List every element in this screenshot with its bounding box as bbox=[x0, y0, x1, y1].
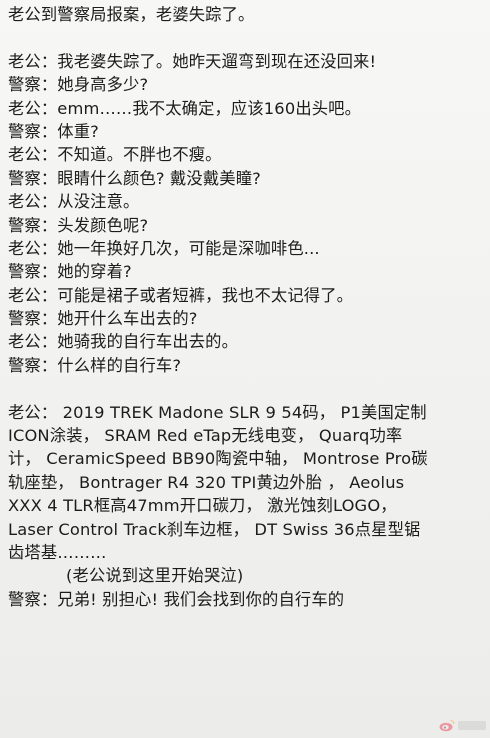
dialogue-line: 警察：头发颜色呢? bbox=[8, 214, 486, 237]
dialogue-text: 她身高多少? bbox=[57, 75, 149, 95]
bike-description-line: Laser Control Track刹车边框， DT Swiss 36点星型锯 bbox=[8, 519, 421, 539]
dialogue-text: 她骑我的自行车出去的。 bbox=[57, 332, 239, 352]
dialogue-line: 警察：眼睛什么颜色? 戴没戴美瞳? bbox=[8, 167, 486, 190]
speaker-label: 警察： bbox=[8, 121, 58, 141]
weibo-logo-icon bbox=[439, 719, 455, 732]
speaker-label: 警察： bbox=[8, 262, 58, 282]
bike-description-line: 轨座垫， Bontrager R4 320 TPI黄边外胎 ， Aeolus bbox=[8, 472, 405, 492]
dialogue-text: 她的穿着? bbox=[57, 262, 132, 282]
speaker-label: 老公： bbox=[8, 145, 58, 165]
bike-description-line: 计， CeramicSpeed BB90陶瓷中轴， Montrose Pro碳 bbox=[8, 449, 428, 469]
dialogue-text: 不知道。不胖也不瘦。 bbox=[57, 145, 222, 165]
dialogue-text: 她一年换好几次，可能是深咖啡色... bbox=[57, 238, 320, 258]
dialogue-line: 老公：我老婆失踪了。她昨天遛弯到现在还没回来! bbox=[8, 50, 486, 73]
joke-text-block: 老公到警察局报案，老婆失踪了。 老公：我老婆失踪了。她昨天遛弯到现在还没回来! … bbox=[8, 3, 486, 611]
dialogue-line: 老公：emm……我不太确定，应该160出头吧。 bbox=[8, 97, 486, 120]
weibo-watermark-handle bbox=[458, 721, 486, 730]
dialogue-text: 体重? bbox=[57, 121, 99, 141]
dialogue-text: 她开什么车出去的? bbox=[57, 309, 198, 329]
speaker-label: 警察： bbox=[8, 75, 58, 95]
speaker-label: 警察： bbox=[8, 309, 58, 329]
final-dialogue-line: 警察：兄弟! 别担心! 我们会找到你的自行车的 bbox=[8, 588, 486, 611]
dialogue-line: 警察：她的穿着? bbox=[8, 260, 486, 283]
screenshot-page: 老公到警察局报案，老婆失踪了。 老公：我老婆失踪了。她昨天遛弯到现在还没回来! … bbox=[0, 0, 490, 738]
title-line: 老公到警察局报案，老婆失踪了。 bbox=[8, 5, 255, 24]
dialogue-line: 老公：她骑我的自行车出去的。 bbox=[8, 330, 486, 353]
dialogue-line: 老公：不知道。不胖也不瘦。 bbox=[8, 143, 486, 166]
bike-description-line: 老公： 2019 TREK Madone SLR 9 54码， P1美国定制 bbox=[8, 402, 427, 422]
dialogue-line: 警察：体重? bbox=[8, 120, 486, 143]
dialogue-text: 什么样的自行车? bbox=[57, 355, 182, 375]
dialogue-text: 可能是裙子或者短裤，我也不太记得了。 bbox=[57, 285, 354, 305]
speaker-label: 老公： bbox=[8, 238, 58, 258]
dialogue-line: 老公：她一年换好几次，可能是深咖啡色... bbox=[8, 237, 486, 260]
stage-direction: (老公说到这里开始哭泣) bbox=[66, 566, 244, 586]
speaker-label: 老公： bbox=[8, 285, 58, 305]
dialogue-text: 眼睛什么颜色? 戴没戴美瞳? bbox=[57, 168, 261, 188]
bike-description-line: XXX 4 TLR框高47mm开口碳刀， 激光蚀刻LOGO， bbox=[8, 496, 397, 516]
speaker-label: 警察： bbox=[8, 589, 58, 609]
bike-description-line: 齿塔基……… bbox=[8, 542, 107, 562]
dialogue-text: 头发颜色呢? bbox=[57, 215, 149, 235]
speaker-label: 老公： bbox=[8, 98, 58, 118]
speaker-label: 老公： bbox=[8, 332, 58, 352]
dialogue-line: 警察：她身高多少? bbox=[8, 73, 486, 96]
dialogue-line: 老公：从没注意。 bbox=[8, 190, 486, 213]
dialogue-text: 兄弟! 别担心! 我们会找到你的自行车的 bbox=[57, 589, 345, 609]
dialogue-text: 我老婆失踪了。她昨天遛弯到现在还没回来! bbox=[57, 51, 377, 71]
dialogue-text: emm……我不太确定，应该160出头吧。 bbox=[57, 98, 362, 118]
speaker-label: 警察： bbox=[8, 355, 58, 375]
speaker-label: 老公： bbox=[8, 192, 58, 212]
dialogue-line: 警察：她开什么车出去的? bbox=[8, 307, 486, 330]
weibo-watermark bbox=[439, 719, 486, 732]
bike-description-line: ICON涂装， SRAM Red eTap无线电变， Quarq功率 bbox=[8, 426, 403, 446]
speaker-label: 警察： bbox=[8, 215, 58, 235]
speaker-label: 警察： bbox=[8, 168, 58, 188]
dialogue-text: 从没注意。 bbox=[57, 192, 140, 212]
speaker-label: 老公： bbox=[8, 51, 58, 71]
dialogue-line: 警察：什么样的自行车? bbox=[8, 354, 486, 377]
dialogue-line: 老公：可能是裙子或者短裤，我也不太记得了。 bbox=[8, 284, 486, 307]
